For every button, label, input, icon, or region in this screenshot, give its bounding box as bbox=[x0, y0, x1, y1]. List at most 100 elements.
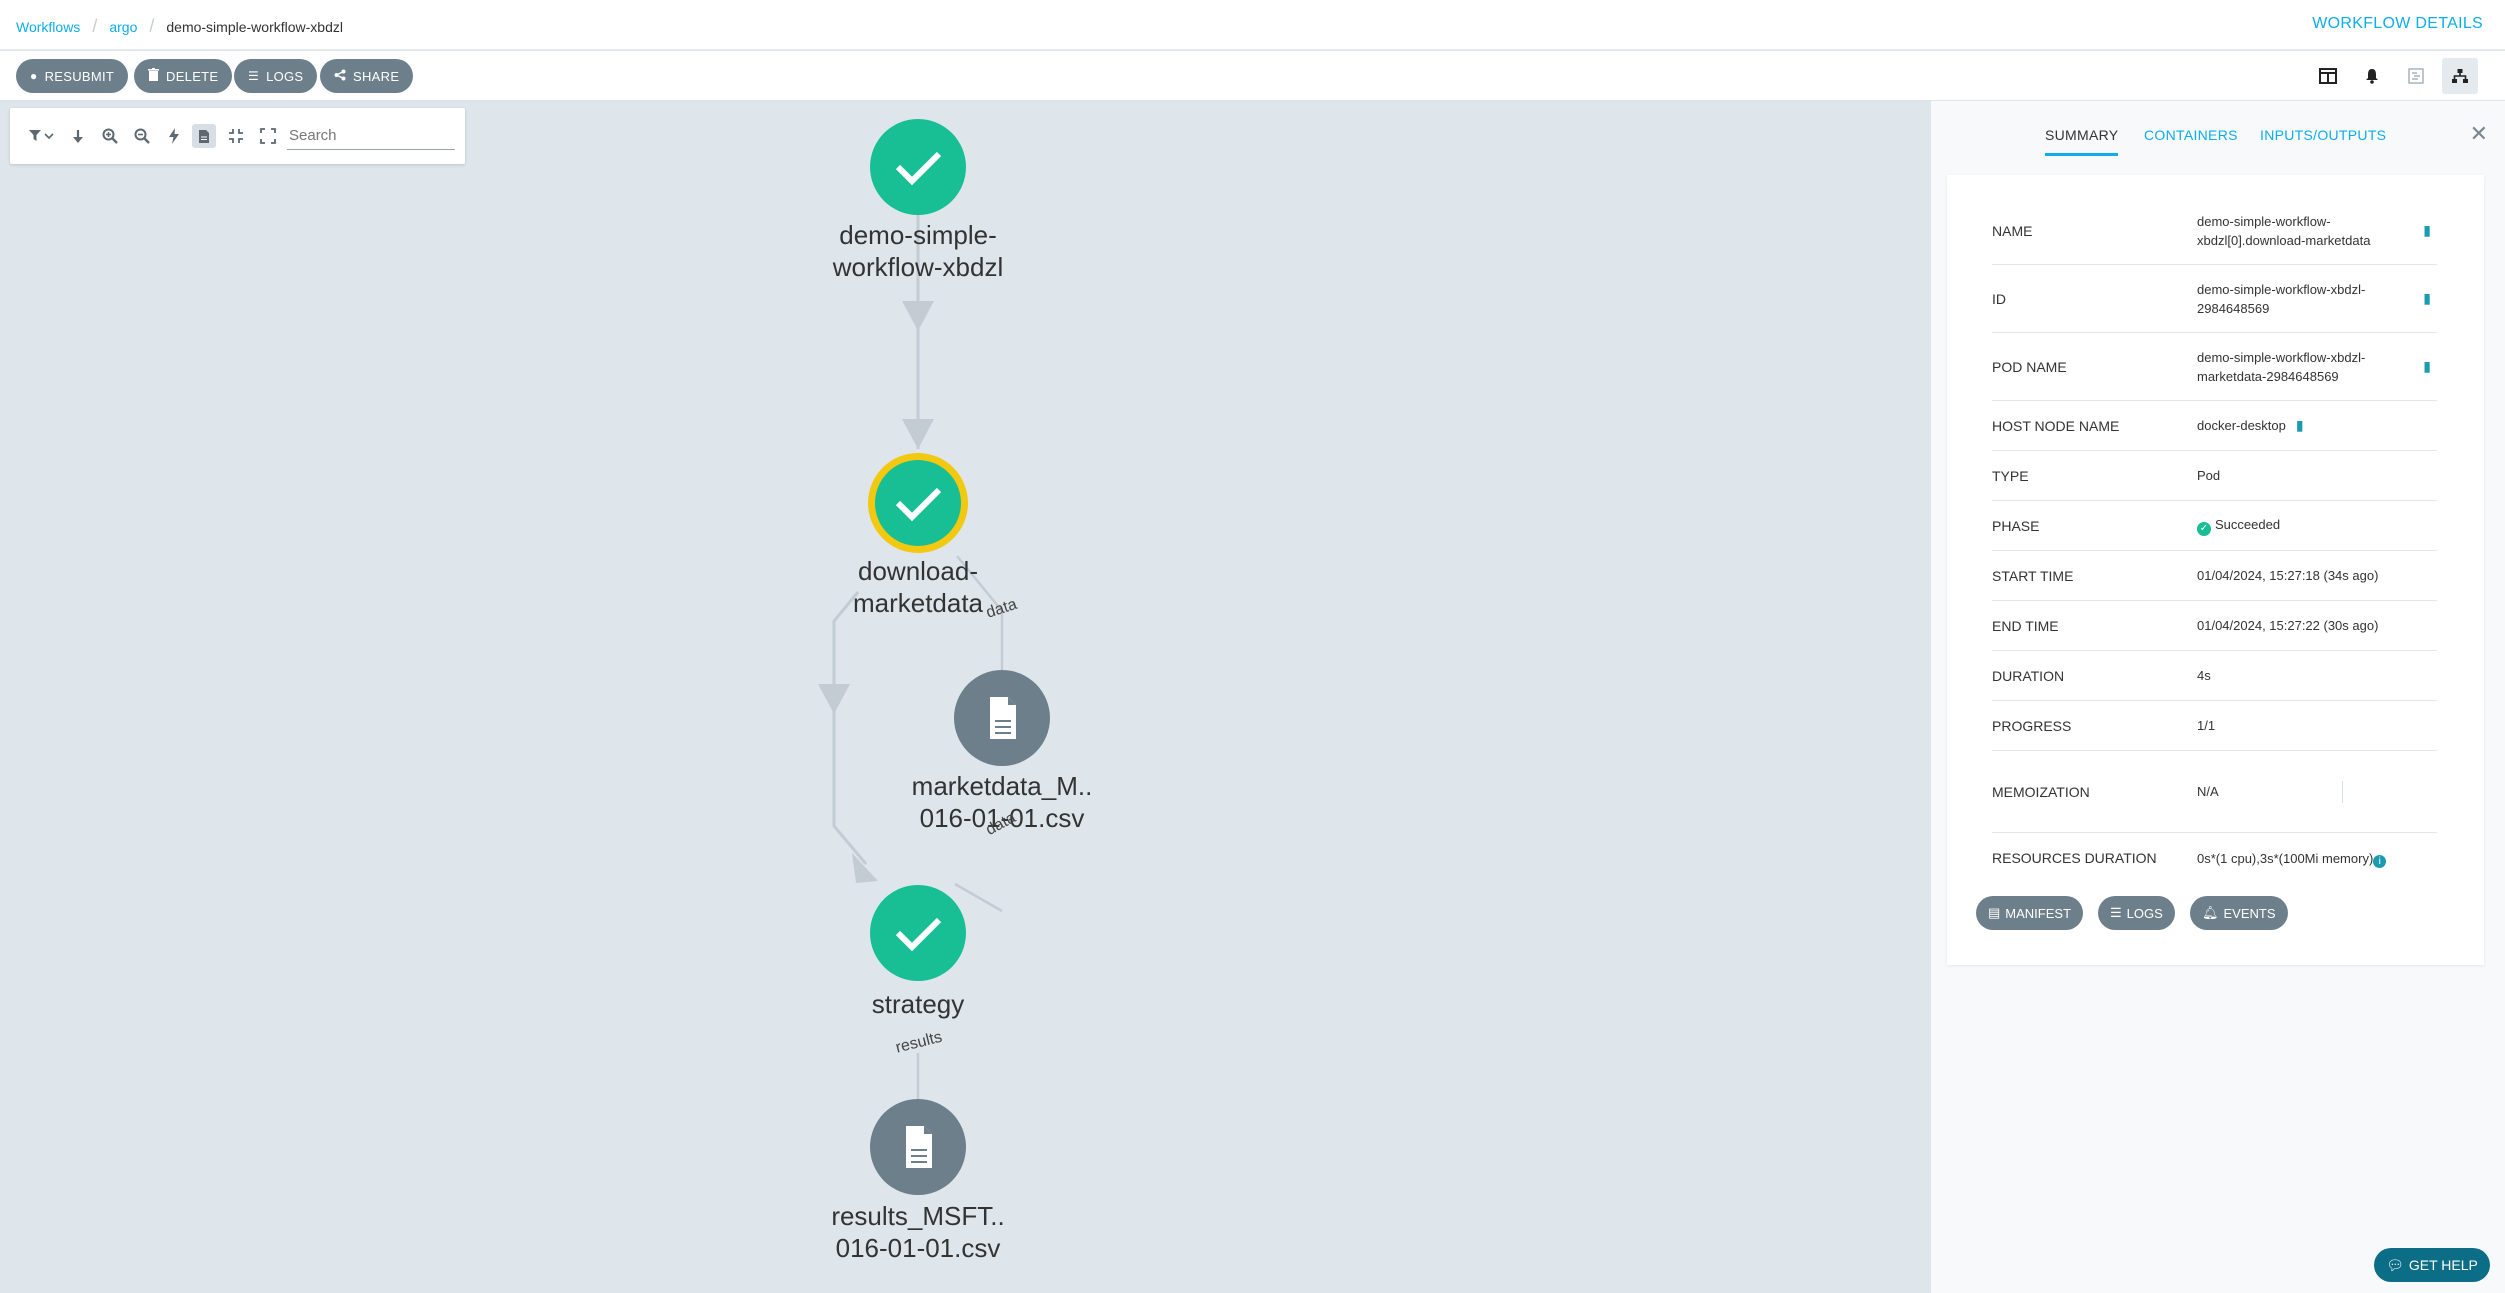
node-label: marketdata_M.. bbox=[912, 771, 1093, 801]
detail-value-line: demo-simple-workflow- bbox=[2197, 213, 2331, 229]
timeline-icon[interactable] bbox=[2398, 58, 2434, 94]
breadcrumb-current: demo-simple-workflow-xbdzl bbox=[166, 18, 343, 35]
share-label: SHARE bbox=[353, 68, 400, 84]
detail-value: demo-simple-workflow-xbdzl-marketdata-29… bbox=[2197, 348, 2407, 386]
node-label: demo-simple- bbox=[839, 220, 997, 250]
get-help-label: GET HELP bbox=[2408, 1257, 2478, 1273]
list-icon: ☰ bbox=[2110, 905, 2122, 920]
workflow-graph: demo-simple- workflow-xbdzl download- ma… bbox=[818, 119, 1093, 1263]
play-circle-icon: ● bbox=[30, 69, 38, 83]
list-icon: ☰ bbox=[248, 69, 260, 83]
resources-duration-text: 0s*(1 cpu),3s*(100Mi memory) bbox=[2197, 850, 2374, 866]
detail-value: demo-simple-workflow-xbdzl- 2984648569 bbox=[2197, 280, 2407, 318]
check-circle-icon: ✓ bbox=[2197, 522, 2211, 536]
bell-icon: 🔔︎ bbox=[2202, 905, 2219, 920]
delete-label: DELETE bbox=[166, 68, 219, 84]
divider bbox=[2342, 780, 2343, 803]
breadcrumb-separator: / bbox=[92, 16, 98, 36]
detail-row-end-time: END TIME 01/04/2024, 15:27:22 (30s ago) bbox=[1992, 601, 2437, 651]
tab-summary[interactable]: SUMMARY bbox=[2045, 127, 2119, 156]
detail-label: NAME bbox=[1992, 222, 2033, 239]
detail-value-line: demo-simple-workflow-xbdzl- bbox=[2197, 349, 2366, 365]
bell-icon[interactable] bbox=[2354, 58, 2390, 94]
node-results-artifact[interactable]: results_MSFT.. 016-01-01.csv bbox=[831, 1099, 1005, 1263]
get-help-button[interactable]: 💬︎ GET HELP bbox=[2374, 1248, 2490, 1282]
detail-label: POD NAME bbox=[1992, 358, 2067, 375]
detail-value-text: docker-desktop bbox=[2197, 418, 2286, 433]
detail-value: 4s bbox=[2197, 668, 2211, 683]
split-view-icon[interactable] bbox=[2310, 58, 2346, 94]
edge-arrow bbox=[902, 301, 934, 331]
logs-button[interactable]: ☰ LOGS bbox=[234, 59, 318, 93]
edge-download-strategy bbox=[832, 591, 868, 865]
detail-label: PHASE bbox=[1992, 517, 2040, 534]
share-icon bbox=[334, 69, 346, 84]
detail-value: 0s*(1 cpu),3s*(100Mi memory) i bbox=[2197, 849, 2457, 868]
detail-row-resources-duration: RESOURCES DURATION 0s*(1 cpu),3s*(100Mi … bbox=[1992, 833, 2437, 883]
info-icon[interactable]: i bbox=[2373, 854, 2387, 868]
node-label: 016-01-01.csv bbox=[836, 1233, 1001, 1263]
detail-value: demo-simple-workflow-xbdzl[0].download-m… bbox=[2197, 212, 2407, 250]
detail-label: DURATION bbox=[1992, 667, 2065, 684]
detail-label: START TIME bbox=[1992, 567, 2074, 584]
logs-label: LOGS bbox=[266, 68, 304, 84]
clipboard-icon[interactable]: ▮ bbox=[2423, 290, 2431, 307]
events-label: EVENTS bbox=[2223, 905, 2276, 921]
node-label: download- bbox=[858, 556, 978, 586]
details-tabs: SUMMARY CONTAINERS INPUTS/OUTPUTS ✕ bbox=[1931, 101, 2505, 157]
breadcrumb-workflows[interactable]: Workflows bbox=[16, 19, 80, 35]
edge-arrow bbox=[852, 853, 878, 883]
node-marketdata-artifact[interactable]: marketdata_M.. 016-01-01.csv bbox=[912, 670, 1093, 833]
detail-label: MEMOIZATION bbox=[1992, 783, 2090, 800]
detail-row-host-node: HOST NODE NAME docker-desktop ▮ bbox=[1992, 401, 2437, 451]
file-icon: ▤ bbox=[1988, 905, 2001, 920]
resubmit-label: RESUBMIT bbox=[44, 68, 115, 84]
detail-value-line: 2984648569 bbox=[2197, 300, 2270, 316]
clipboard-icon[interactable]: ▮ bbox=[2423, 222, 2431, 239]
detail-row-progress: PROGRESS 1/1 bbox=[1992, 701, 2437, 751]
node-download-marketdata[interactable]: download- marketdata bbox=[853, 453, 984, 618]
detail-value: docker-desktop ▮ bbox=[2197, 416, 2407, 435]
node-details-panel: SUMMARY CONTAINERS INPUTS/OUTPUTS ✕ NAME… bbox=[1930, 101, 2505, 1293]
node-strategy[interactable]: strategy bbox=[870, 885, 966, 1019]
breadcrumb-separator: / bbox=[149, 16, 155, 36]
tab-inputs-outputs[interactable]: INPUTS/OUTPUTS bbox=[2260, 127, 2386, 153]
edge-label: results bbox=[894, 1029, 944, 1057]
detail-row-phase: PHASE ✓ Succeeded bbox=[1992, 501, 2437, 551]
detail-row-start-time: START TIME 01/04/2024, 15:27:18 (34s ago… bbox=[1992, 551, 2437, 601]
detail-label: TYPE bbox=[1992, 467, 2029, 484]
edge-arrow bbox=[902, 419, 934, 449]
clipboard-icon[interactable]: ▮ bbox=[2423, 358, 2431, 375]
share-button[interactable]: SHARE bbox=[320, 59, 414, 93]
detail-row-duration: DURATION 4s bbox=[1992, 651, 2437, 701]
delete-button[interactable]: DELETE bbox=[134, 59, 233, 93]
clipboard-icon[interactable]: ▮ bbox=[2296, 417, 2304, 433]
node-label: results_MSFT.. bbox=[831, 1201, 1004, 1231]
events-button[interactable]: 🔔︎ EVENTS bbox=[2190, 896, 2288, 930]
detail-row-name: NAME demo-simple-workflow-xbdzl[0].downl… bbox=[1992, 197, 2437, 265]
detail-row-memoization: MEMOIZATION N/A bbox=[1992, 751, 2437, 833]
node-root[interactable]: demo-simple- workflow-xbdzl bbox=[832, 119, 1004, 282]
manifest-button[interactable]: ▤ MANIFEST bbox=[1976, 896, 2084, 930]
detail-label: RESOURCES DURATION bbox=[1992, 850, 2157, 866]
close-icon[interactable]: ✕ bbox=[2470, 121, 2488, 147]
graph-view-icon[interactable] bbox=[2442, 58, 2478, 94]
succeeded-node-circle bbox=[870, 885, 966, 981]
node-label: workflow-xbdzl bbox=[832, 252, 1004, 282]
detail-value-line: xbdzl[0].download-marketdata bbox=[2197, 232, 2371, 248]
breadcrumb-namespace[interactable]: argo bbox=[109, 19, 137, 35]
detail-value: N/A bbox=[2197, 784, 2219, 799]
node-label: strategy bbox=[872, 989, 965, 1019]
phase-status: Succeeded bbox=[2215, 517, 2281, 532]
detail-value: ✓ Succeeded bbox=[2197, 515, 2407, 536]
tab-containers[interactable]: CONTAINERS bbox=[2144, 127, 2238, 153]
detail-row-type: TYPE Pod bbox=[1992, 451, 2437, 501]
resubmit-button[interactable]: ● RESUBMIT bbox=[16, 59, 129, 93]
succeeded-node-circle bbox=[875, 460, 961, 546]
detail-label: PROGRESS bbox=[1992, 717, 2072, 734]
container-logs-button[interactable]: ☰ LOGS bbox=[2098, 896, 2175, 930]
chat-icon: 💬︎ bbox=[2386, 1256, 2404, 1273]
detail-value: Pod bbox=[2197, 468, 2221, 483]
detail-label: HOST NODE NAME bbox=[1992, 417, 2120, 434]
edge-artifact-strategy bbox=[954, 882, 1003, 913]
